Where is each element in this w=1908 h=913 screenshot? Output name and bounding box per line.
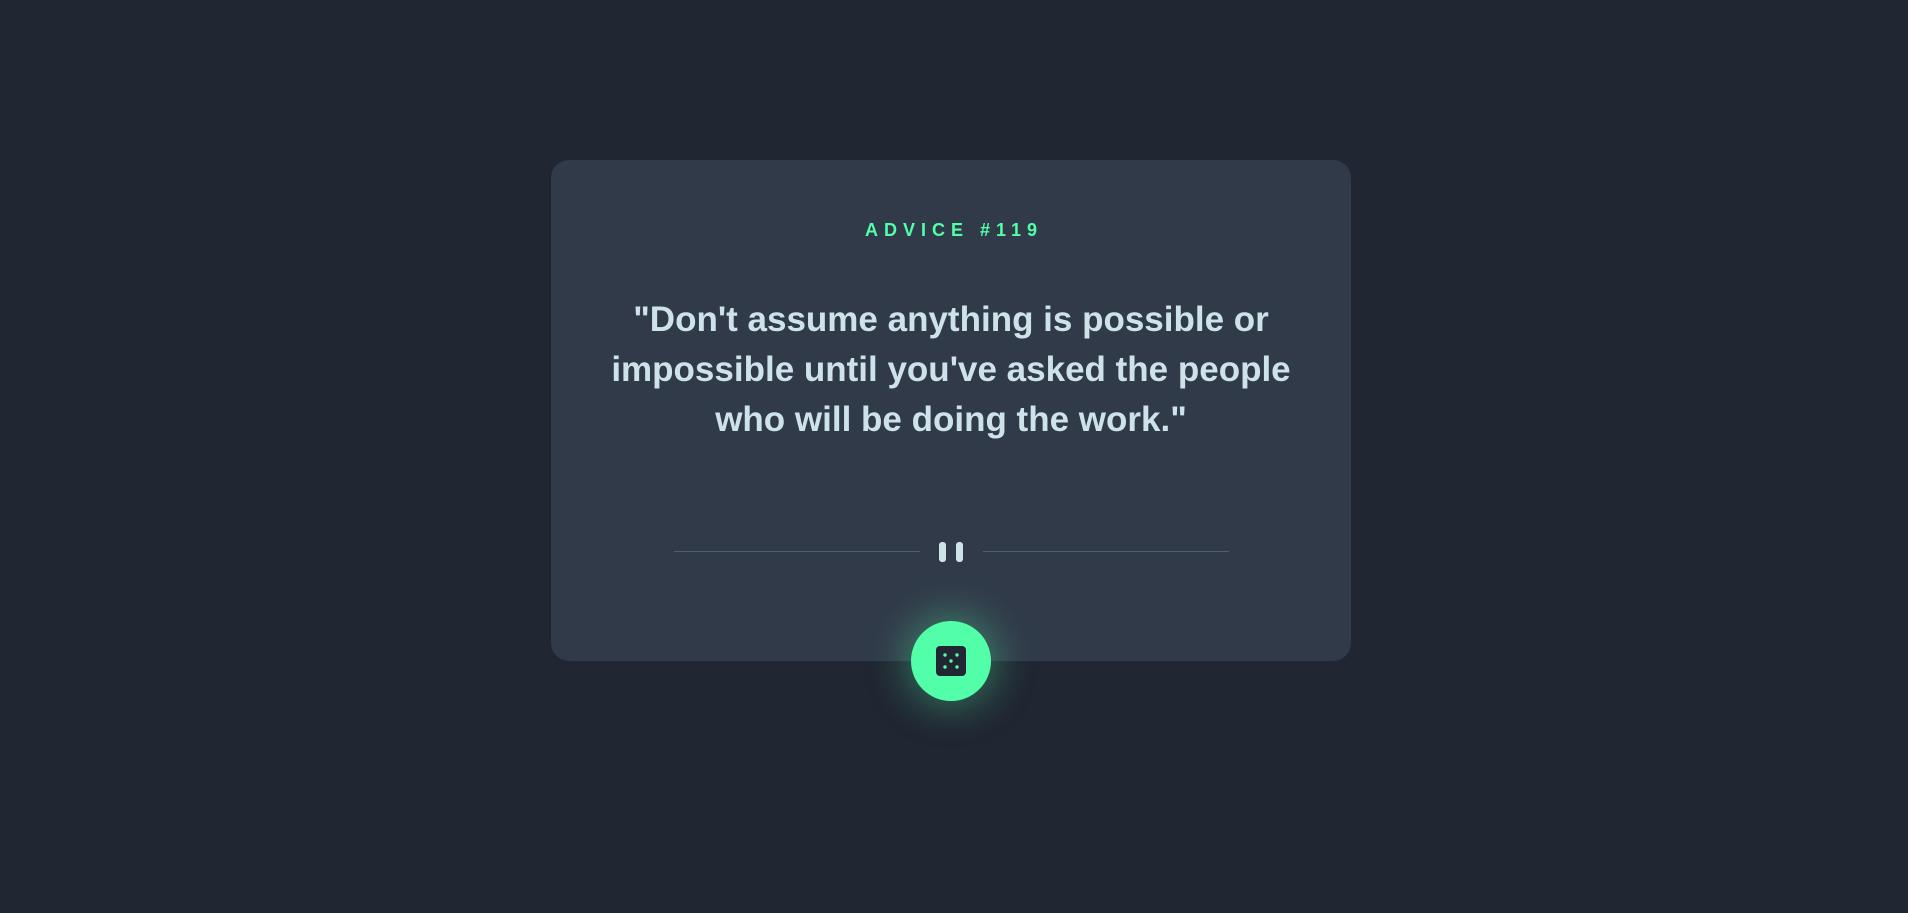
page: ADVICE #119 "Don't assume anything is po… xyxy=(0,0,1908,913)
dice-icon xyxy=(936,646,966,676)
divider-line-right xyxy=(983,551,1229,552)
divider xyxy=(674,540,1229,564)
pause-bar-right xyxy=(956,542,963,562)
pause-icon xyxy=(936,542,968,562)
divider-line-left xyxy=(674,551,920,552)
pause-bar-left xyxy=(939,542,946,562)
generate-advice-button[interactable] xyxy=(911,621,991,701)
advice-id-label: ADVICE #119 xyxy=(864,220,1044,240)
advice-quote: "Don't assume anything is possible or im… xyxy=(611,300,1291,439)
advice-card: ADVICE #119 "Don't assume anything is po… xyxy=(551,160,1351,661)
